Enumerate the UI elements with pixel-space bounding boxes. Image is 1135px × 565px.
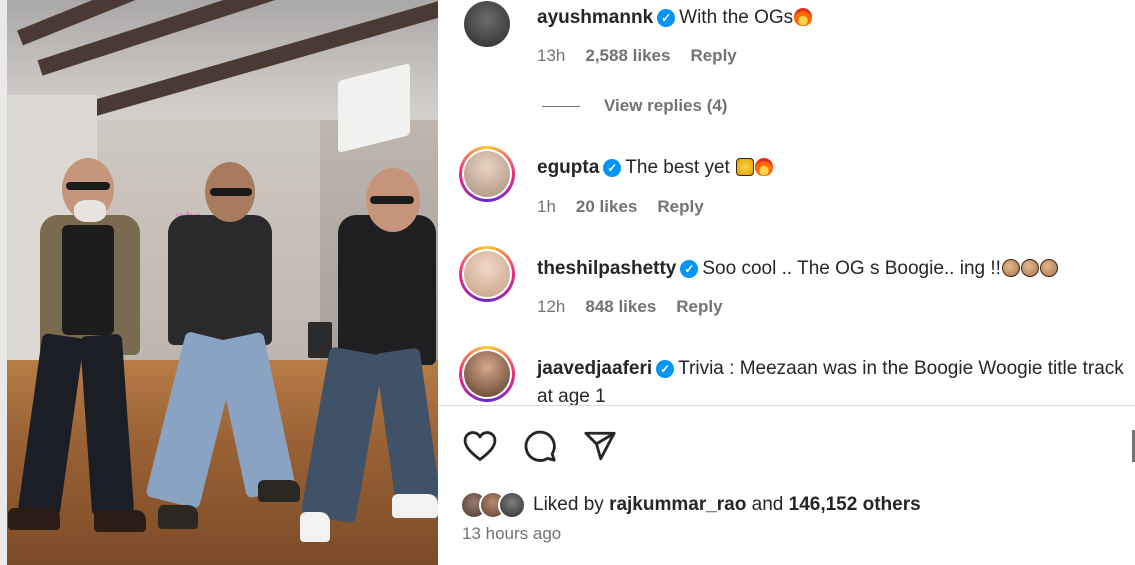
clapping-hands-emoji-icon	[1001, 259, 1020, 277]
comment-meta: 1h 20 likes Reply	[537, 197, 724, 217]
liked-by-middle: and	[751, 494, 784, 515]
comment-time: 12h	[537, 297, 566, 316]
verified-badge-icon: ✓	[657, 9, 676, 27]
verified-badge-icon: ✓	[656, 360, 675, 378]
comment-meta: 13h 2,588 likes Reply	[537, 46, 757, 66]
comments-list[interactable]: ayushmannk ✓ With the OGs 13h 2,588 likes Re…	[438, 0, 1135, 405]
comment-username[interactable]: jaavedjaaferi	[537, 358, 652, 379]
verified-badge-icon: ✓	[680, 260, 699, 278]
comment-username[interactable]: egupta	[537, 157, 599, 178]
raising-hands-emoji-icon	[736, 158, 755, 176]
comment-text: The best yet	[625, 157, 730, 178]
avatar[interactable]	[459, 346, 515, 402]
comment-icon	[524, 430, 556, 462]
comment-likes[interactable]: 2,588 likes	[585, 46, 670, 65]
comment-likes[interactable]: 20 likes	[576, 197, 637, 216]
comment-likes[interactable]: 848 likes	[585, 297, 656, 316]
liker-avatar	[498, 491, 526, 519]
comment-line: jaavedjaaferi ✓ Trivia : Meezaan was in th…	[537, 355, 1127, 405]
comment-text: With the OGs	[679, 7, 794, 28]
avatar[interactable]	[459, 246, 515, 302]
send-icon	[584, 431, 616, 461]
post-timestamp[interactable]: 13 hours ago	[462, 524, 561, 544]
fire-emoji-icon	[794, 8, 813, 26]
comment-meta: 12h 848 likes Reply	[537, 297, 743, 317]
post-video[interactable]: who	[0, 0, 438, 565]
view-replies-label: View replies (4)	[604, 96, 728, 115]
replies-divider	[542, 106, 580, 108]
panel-edge	[0, 0, 7, 565]
comment-time: 13h	[537, 46, 566, 65]
clapping-hands-emoji-icon	[1039, 259, 1058, 277]
comment-time: 1h	[537, 197, 556, 216]
liked-by-count[interactable]: 146,152 others	[789, 494, 921, 515]
comment-button[interactable]	[520, 426, 560, 466]
liked-by-prefix: Liked by	[533, 494, 604, 515]
verified-badge-icon: ✓	[603, 159, 622, 177]
liked-by-row[interactable]: Liked by rajkummar_rao and 146,152 other…	[460, 490, 921, 520]
view-replies-button[interactable]: View replies (4)	[542, 96, 727, 116]
avatar[interactable]	[459, 0, 515, 52]
avatar[interactable]	[459, 146, 515, 202]
liked-by-text: Liked by rajkummar_rao and 146,152 other…	[533, 494, 921, 516]
clapping-hands-emoji-icon	[1020, 259, 1039, 277]
reply-button[interactable]: Reply	[690, 46, 736, 65]
liked-by-user[interactable]: rajkummar_rao	[609, 494, 746, 515]
like-button[interactable]	[460, 426, 500, 466]
post-actions: Liked by rajkummar_rao and 146,152 other…	[438, 405, 1135, 565]
comment-line: egupta ✓ The best yet	[537, 154, 774, 182]
comment-line: ayushmannk ✓ With the OGs	[537, 4, 813, 32]
comment-username[interactable]: theshilpashetty	[537, 258, 676, 279]
comment-line: theshilpashetty ✓ Soo cool .. The OG s Boo…	[537, 255, 1058, 283]
fire-emoji-icon	[755, 158, 774, 176]
comment-text: Soo cool .. The OG s Boogie.. ing !!	[702, 258, 1001, 279]
reply-button[interactable]: Reply	[676, 297, 722, 316]
share-button[interactable]	[580, 426, 620, 466]
comment-username[interactable]: ayushmannk	[537, 7, 653, 28]
heart-icon	[463, 431, 497, 461]
reply-button[interactable]: Reply	[657, 197, 703, 216]
